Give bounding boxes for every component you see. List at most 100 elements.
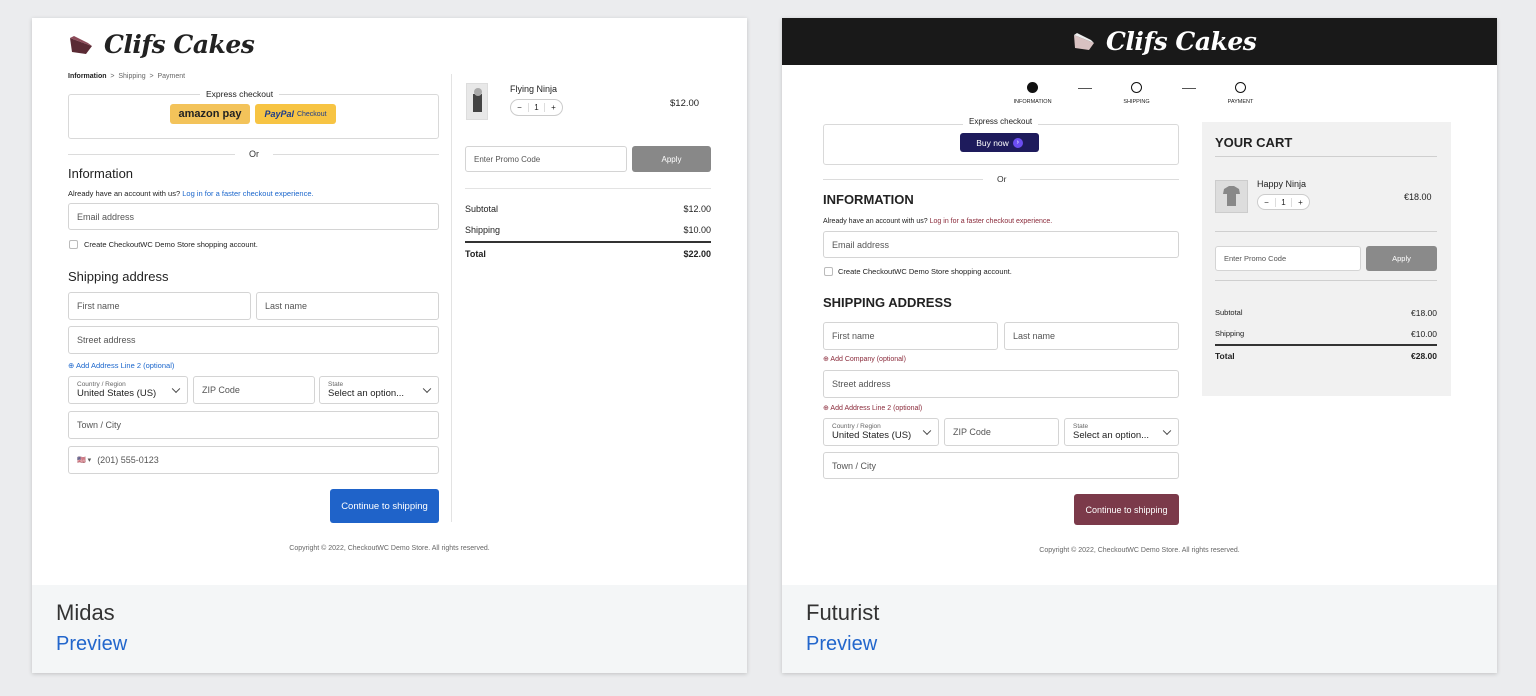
increase-quantity-button[interactable]: + <box>545 103 562 112</box>
apply-promo-button[interactable]: Apply <box>1366 246 1437 271</box>
buy-now-button[interactable]: Buy now › <box>960 133 1039 152</box>
divider <box>1215 156 1437 157</box>
total-row: Total $22.00 <box>465 249 711 259</box>
town-city-field[interactable]: Town / City <box>68 411 439 439</box>
product-price: €18.00 <box>1404 192 1432 202</box>
product-name: Flying Ninja <box>510 84 558 94</box>
futurist-screenshot: Clifs Cakes INFORMATION SHIPPING PAYMENT… <box>782 18 1497 585</box>
increase-quantity-button[interactable]: + <box>1292 198 1309 207</box>
login-link[interactable]: Log in for a faster checkout experience. <box>182 189 313 198</box>
chevron-down-icon <box>922 426 932 436</box>
first-name-field[interactable]: First name <box>823 322 998 350</box>
chevron-down-icon <box>171 384 181 394</box>
quantity-value[interactable]: 1 <box>1275 197 1292 207</box>
shipping-row: Shipping $10.00 <box>465 225 711 235</box>
store-logo: Clifs Cakes <box>1072 27 1257 56</box>
total-divider <box>1215 344 1437 346</box>
step-information-dot[interactable] <box>1027 82 1038 93</box>
us-flag-icon[interactable]: 🇺🇸 ▾ <box>77 456 91 464</box>
continue-to-shipping-button[interactable]: Continue to shipping <box>1074 494 1179 525</box>
chevron-right-icon: › <box>1012 137 1023 148</box>
total-row: Total €28.00 <box>1215 351 1437 361</box>
breadcrumb-separator: > <box>149 73 154 80</box>
theme-name: Midas <box>56 600 115 625</box>
add-company-link[interactable]: ⊕ Add Company (optional) <box>823 355 906 363</box>
decrease-quantity-button[interactable]: − <box>511 103 528 112</box>
cake-slice-icon <box>1074 32 1094 50</box>
email-field[interactable]: Email address <box>68 203 439 230</box>
continue-to-shipping-button[interactable]: Continue to shipping <box>330 489 439 523</box>
chevron-down-icon <box>1162 426 1172 436</box>
breadcrumb: Information > Shipping > Payment <box>68 73 185 80</box>
product-price: $12.00 <box>670 98 700 109</box>
street-address-field[interactable]: Street address <box>823 370 1179 398</box>
breadcrumb-payment[interactable]: Payment <box>158 73 186 80</box>
quantity-stepper[interactable]: − 1 + <box>1257 194 1310 210</box>
midas-screenshot: Clifs Cakes Information > Shipping > Pay… <box>32 18 747 585</box>
step-connector <box>1182 88 1196 89</box>
promo-code-field[interactable]: Enter Promo Code <box>1215 246 1361 271</box>
amazon-pay-button[interactable]: amazon pay <box>170 104 250 124</box>
copyright: Copyright © 2022, CheckoutWC Demo Store.… <box>289 545 490 552</box>
last-name-field[interactable]: Last name <box>256 292 439 320</box>
step-connector <box>1078 88 1092 89</box>
product-thumbnail <box>1215 180 1248 213</box>
create-account-checkbox[interactable] <box>824 267 833 276</box>
create-account-label: Create CheckoutWC Demo Store shopping ac… <box>84 240 258 249</box>
preview-link[interactable]: Preview <box>806 633 1473 656</box>
zip-code-field[interactable]: ZIP Code <box>193 376 315 404</box>
create-account-label: Create CheckoutWC Demo Store shopping ac… <box>838 267 1012 276</box>
total-divider <box>465 241 711 243</box>
step-payment-dot[interactable] <box>1235 82 1246 93</box>
apply-promo-button[interactable]: Apply <box>632 146 711 172</box>
product-thumbnail <box>466 83 488 120</box>
product-name: Happy Ninja <box>1257 179 1307 189</box>
first-name-field[interactable]: First name <box>68 292 251 320</box>
town-city-field[interactable]: Town / City <box>823 452 1179 479</box>
paypal-button[interactable]: PayPal Checkout <box>255 104 336 124</box>
step-payment-label: PAYMENT <box>1227 99 1254 105</box>
theme-card-midas: Clifs Cakes Information > Shipping > Pay… <box>32 18 747 673</box>
divider <box>465 188 711 189</box>
card-footer: Midas Preview <box>32 585 747 673</box>
add-address-line2-link[interactable]: ⊕ Add Address Line 2 (optional) <box>823 404 922 412</box>
subtotal-row: Subtotal €18.00 <box>1215 308 1437 318</box>
create-account-checkbox[interactable] <box>69 240 78 249</box>
shipping-row: Shipping €10.00 <box>1215 329 1437 339</box>
quantity-value[interactable]: 1 <box>528 103 545 112</box>
store-logo: Clifs Cakes <box>68 30 255 59</box>
express-checkout-label: Express checkout <box>200 89 280 99</box>
column-divider <box>451 74 452 522</box>
email-field[interactable]: Email address <box>823 231 1179 258</box>
breadcrumb-shipping[interactable]: Shipping <box>118 73 145 80</box>
phone-field[interactable]: 🇺🇸 ▾ (201) 555-0123 <box>68 446 439 474</box>
decrease-quantity-button[interactable]: − <box>1258 198 1275 207</box>
promo-code-field[interactable]: Enter Promo Code <box>465 146 627 172</box>
state-select[interactable]: State Select an option... <box>1064 418 1179 446</box>
divider <box>1215 280 1437 281</box>
chevron-down-icon <box>422 384 432 394</box>
preview-link[interactable]: Preview <box>56 633 723 656</box>
breadcrumb-separator: > <box>110 73 115 80</box>
information-heading: INFORMATION <box>823 192 914 207</box>
zip-code-field[interactable]: ZIP Code <box>944 418 1059 446</box>
card-footer: Futurist Preview <box>782 585 1497 673</box>
subtotal-row: Subtotal $12.00 <box>465 204 711 214</box>
tshirt-icon <box>1223 186 1240 206</box>
quantity-stepper[interactable]: − 1 + <box>510 99 563 116</box>
last-name-field[interactable]: Last name <box>1004 322 1179 350</box>
add-address-line2-link[interactable]: ⊕ Add Address Line 2 (optional) <box>68 361 174 370</box>
divider <box>1215 231 1437 232</box>
street-address-field[interactable]: Street address <box>68 326 439 354</box>
information-heading: Information <box>68 166 134 181</box>
state-select[interactable]: State Select an option... <box>319 376 439 404</box>
ninja-figure-icon <box>473 88 482 112</box>
step-shipping-dot[interactable] <box>1131 82 1142 93</box>
login-link[interactable]: Log in for a faster checkout experience. <box>930 218 1053 225</box>
breadcrumb-information[interactable]: Information <box>68 73 107 80</box>
theme-card-futurist: Clifs Cakes INFORMATION SHIPPING PAYMENT… <box>782 18 1497 673</box>
country-select[interactable]: Country / Region United States (US) <box>823 418 939 446</box>
shipping-address-heading: Shipping address <box>68 269 169 284</box>
country-select[interactable]: Country / Region United States (US) <box>68 376 188 404</box>
or-label: Or <box>983 174 1021 184</box>
